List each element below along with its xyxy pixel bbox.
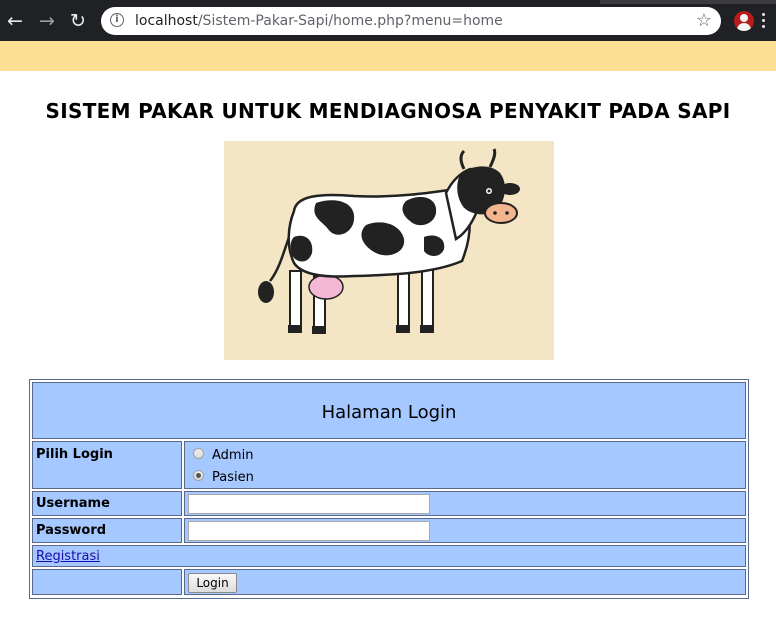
pilih-login-label-cell: Pilih Login	[32, 441, 182, 489]
tab-strip	[600, 0, 776, 4]
site-info-icon[interactable]: i	[110, 13, 124, 27]
login-button[interactable]: Login	[188, 573, 237, 593]
cow-illustration	[224, 141, 554, 360]
header-banner	[0, 41, 776, 71]
radio-admin[interactable]	[193, 448, 204, 459]
address-bar[interactable]: i localhost/Sistem-Pakar-Sapi/home.php?m…	[101, 7, 721, 35]
register-row: Registrasi	[32, 545, 746, 567]
login-table: Halaman Login Pilih Login Admin Pasien U…	[29, 379, 749, 599]
username-label: Username	[36, 496, 110, 511]
pilih-login-label: Pilih Login	[36, 447, 113, 462]
registrasi-link[interactable]: Registrasi	[36, 549, 100, 564]
url-host: localhost	[135, 13, 198, 29]
pilih-login-options: Admin Pasien	[184, 441, 746, 489]
radio-admin-label[interactable]: Admin	[212, 448, 253, 463]
radio-pasien-label[interactable]: Pasien	[212, 470, 254, 485]
login-header: Halaman Login	[32, 382, 746, 439]
bookmark-star-icon[interactable]: ☆	[696, 10, 712, 32]
submit-cell: Login	[184, 569, 746, 595]
url-text[interactable]: localhost/Sistem-Pakar-Sapi/home.php?men…	[135, 13, 503, 29]
username-label-cell: Username	[32, 491, 182, 516]
password-field-cell	[184, 518, 746, 543]
back-icon[interactable]: ←	[4, 10, 26, 32]
profile-avatar-icon[interactable]	[734, 11, 754, 31]
url-path: /Sistem-Pakar-Sapi/home.php?menu=home	[197, 13, 503, 29]
password-input[interactable]	[188, 521, 430, 541]
password-label: Password	[36, 523, 107, 538]
reload-icon[interactable]: ↻	[67, 10, 89, 32]
radio-pasien[interactable]	[193, 470, 204, 481]
username-input[interactable]	[188, 494, 430, 514]
browser-toolbar: ← → ↻ i localhost/Sistem-Pakar-Sapi/home…	[0, 0, 776, 41]
forward-icon[interactable]: →	[36, 10, 58, 32]
login-heading: Halaman Login	[321, 402, 457, 423]
page-title: SISTEM PAKAR UNTUK MENDIAGNOSA PENYAKIT …	[45, 99, 731, 123]
username-field-cell	[184, 491, 746, 516]
browser-menu-icon[interactable]	[761, 11, 767, 31]
password-label-cell: Password	[32, 518, 182, 543]
submit-label-cell	[32, 569, 182, 595]
